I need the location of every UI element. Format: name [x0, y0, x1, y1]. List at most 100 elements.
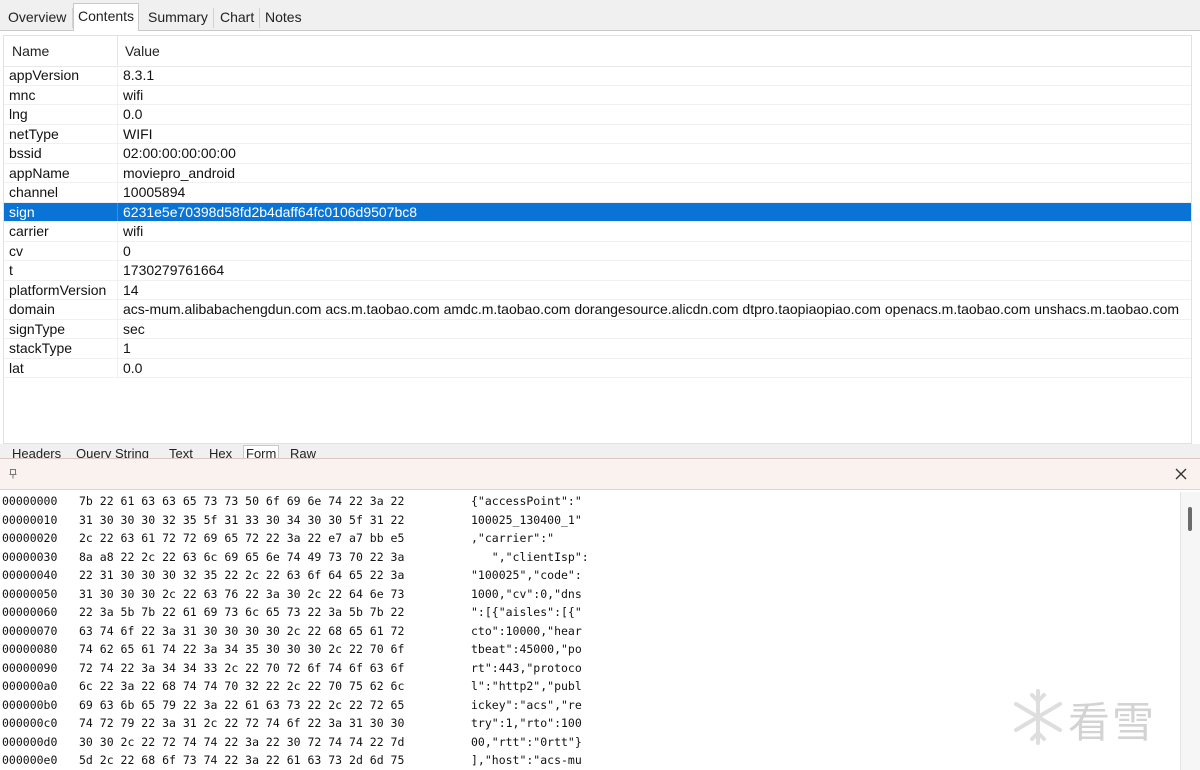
hex-offset: 000000b0 — [2, 697, 58, 712]
cell-divider — [117, 222, 118, 241]
hex-bytes: 22 3a 5b 7b 22 61 69 73 6c 65 73 22 3a 5… — [79, 605, 405, 619]
hex-bytes: 74 72 79 22 3a 31 2c 22 72 74 6f 22 3a 3… — [79, 716, 405, 730]
table-row[interactable]: appVersion 8.3.1 — [4, 66, 1191, 86]
hex-offset: 00000090 — [2, 660, 58, 675]
hex-offset: 00000030 — [2, 549, 58, 564]
row-name: mnc — [9, 86, 36, 103]
row-value: WIFI — [123, 125, 153, 142]
hex-bytes: 5d 2c 22 68 6f 73 74 22 3a 22 61 63 73 2… — [79, 753, 405, 767]
cell-divider — [117, 105, 118, 124]
contents-grid[interactable]: Name Value appVersion 8.3.1 mnc wifi lng 0.… — [3, 35, 1192, 444]
cell-divider — [117, 85, 118, 104]
hex-bytes: 7b 22 61 63 63 65 73 73 50 6f 69 6e 74 2… — [79, 494, 405, 508]
hex-ascii: ","clientIsp": — [471, 549, 589, 564]
table-row[interactable]: carrier wifi — [4, 222, 1191, 242]
top-tab-bar: Overview Contents Summary Chart Notes — [0, 0, 1200, 31]
scrollbar-thumb[interactable] — [1188, 507, 1192, 531]
table-row[interactable]: t 1730279761664 — [4, 261, 1191, 281]
hex-ascii: 00,"rtt":"0rtt"} — [471, 734, 582, 749]
hex-ascii: rt":443,"protoco — [471, 660, 582, 675]
cell-divider — [117, 339, 118, 358]
row-value: 0.0 — [123, 359, 143, 376]
column-divider[interactable] — [117, 36, 118, 66]
cell-divider — [117, 66, 118, 85]
cell-divider — [117, 124, 118, 143]
table-row[interactable]: cv 0 — [4, 241, 1191, 261]
hex-bytes: 69 63 6b 65 79 22 3a 22 61 63 73 22 2c 2… — [79, 697, 405, 712]
tab-chart[interactable]: Chart — [216, 6, 258, 30]
column-header-value[interactable]: Value — [125, 43, 160, 59]
cell-divider — [117, 261, 118, 280]
hex-offset: 00000050 — [2, 586, 58, 601]
hex-bytes: 31 30 30 30 2c 22 63 76 22 3a 30 2c 22 6… — [79, 586, 405, 601]
hex-offset: 00000020 — [2, 531, 58, 545]
hex-bytes: 63 74 6f 22 3a 31 30 30 30 30 2c 22 68 6… — [79, 623, 405, 638]
table-row[interactable]: bssid 02:00:00:00:00:00 — [4, 144, 1191, 164]
row-name: carrier — [9, 223, 49, 239]
row-value: 8.3.1 — [123, 67, 155, 83]
row-name: channel — [9, 184, 59, 200]
hex-bytes: 2c 22 63 61 72 72 69 65 72 22 3a 22 e7 a… — [79, 531, 405, 545]
watermark-text: 看雪 — [1068, 698, 1157, 747]
table-row-selected[interactable]: sign 6231e5e70398d58fd2b4daff64fc0106d950… — [4, 202, 1191, 222]
tab-summary[interactable]: Summary — [144, 6, 212, 30]
row-value: wifi — [123, 223, 144, 239]
hex-ascii: try":1,"rto":100 — [471, 716, 582, 730]
snowflake-icon — [1014, 689, 1062, 745]
tab-notes[interactable]: Notes — [261, 6, 306, 30]
table-row[interactable]: signType sec — [4, 319, 1191, 339]
row-value: 6231e5e70398d58fd2b4daff64fc0106d9507bc8 — [123, 203, 418, 220]
row-name: t — [9, 262, 13, 278]
row-value: wifi — [123, 86, 144, 103]
hex-offset: 000000d0 — [2, 734, 58, 749]
hex-ascii: 100025_130400_1" — [471, 512, 582, 527]
cell-divider — [117, 144, 118, 163]
cell-divider — [117, 319, 118, 338]
close-icon[interactable] — [1173, 466, 1189, 482]
pin-icon[interactable] — [9, 469, 17, 479]
hex-ascii: cto":10000,"hear — [471, 623, 582, 638]
tab-contents[interactable]: Contents — [73, 3, 140, 31]
table-row[interactable]: lng 0.0 — [4, 105, 1191, 125]
row-name: appName — [9, 164, 70, 181]
table-row[interactable]: netType WIFI — [4, 124, 1191, 144]
row-value: 0.0 — [123, 106, 143, 122]
table-row[interactable]: domain acs-mum.alibabachengdun.com acs.m.… — [4, 300, 1191, 320]
table-row[interactable]: appName moviepro_android — [4, 163, 1191, 183]
hex-offset: 000000c0 — [2, 716, 58, 730]
table-row[interactable]: stackType 1 — [4, 339, 1191, 359]
hex-window-titlebar — [0, 458, 1200, 490]
row-name: signType — [9, 320, 66, 337]
hex-offset: 00000070 — [2, 623, 58, 638]
row-value: 1730279761664 — [123, 262, 225, 278]
row-value: moviepro_android — [123, 164, 236, 181]
tab-overview[interactable]: Overview — [4, 6, 70, 30]
hex-ascii: {"accessPoint":" — [471, 494, 582, 508]
table-row[interactable]: lat 0.0 — [4, 358, 1191, 378]
hex-ascii: ickey":"acs","re — [471, 697, 582, 712]
hex-offset: 00000080 — [2, 642, 58, 656]
hex-ascii: tbeat":45000,"po — [471, 642, 582, 656]
row-name: sign — [9, 203, 35, 220]
hex-offset: 00000010 — [2, 512, 58, 527]
hex-offset: 000000e0 — [2, 753, 58, 767]
row-value: 02:00:00:00:00:00 — [123, 145, 236, 161]
cell-divider — [117, 202, 118, 221]
table-row[interactable]: channel 10005894 — [4, 183, 1191, 203]
tab-divider — [259, 8, 260, 28]
hex-bytes: 72 74 22 3a 34 34 33 2c 22 70 72 6f 74 6… — [79, 660, 405, 675]
row-name: cv — [9, 242, 23, 259]
row-value: 0 — [123, 242, 131, 259]
cell-divider — [117, 183, 118, 202]
hex-offset: 00000060 — [2, 605, 58, 619]
table-row[interactable]: mnc wifi — [4, 85, 1191, 105]
hex-offset: 000000a0 — [2, 679, 58, 693]
row-name: appVersion — [9, 67, 80, 83]
row-name: lng — [9, 106, 28, 122]
table-row[interactable]: platformVersion 14 — [4, 280, 1191, 300]
cell-divider — [117, 358, 118, 377]
row-name: bssid — [9, 145, 42, 161]
column-header-name[interactable]: Name — [12, 43, 49, 59]
grid-rows: appVersion 8.3.1 mnc wifi lng 0.0 netType WI… — [4, 66, 1191, 378]
row-name: stackType — [9, 340, 73, 356]
